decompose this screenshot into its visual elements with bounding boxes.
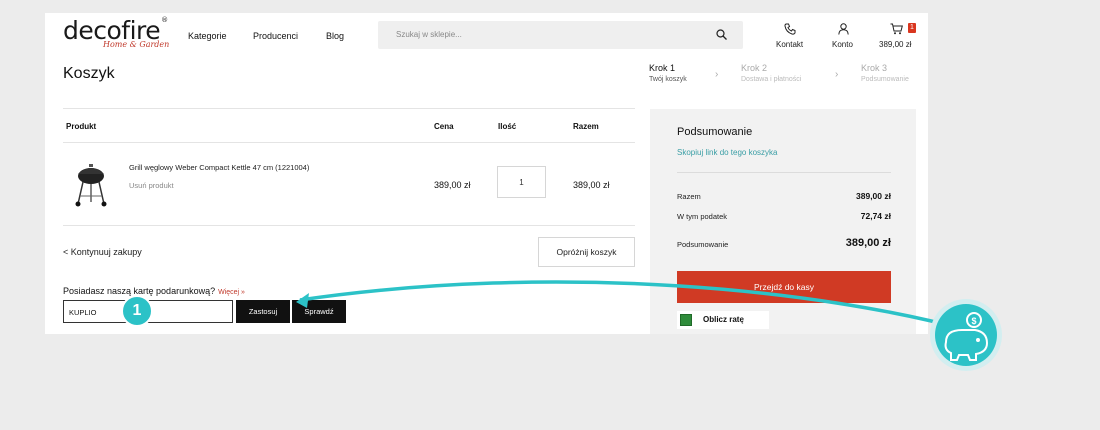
search-placeholder: Szukaj w sklepie... xyxy=(396,30,462,39)
phone-icon[interactable] xyxy=(784,23,796,35)
apply-button[interactable]: Zastosuj xyxy=(236,300,290,323)
chevron-right-icon: › xyxy=(835,69,839,80)
step-number-badge: 1 xyxy=(121,295,153,327)
col-header-price: Cena xyxy=(434,122,454,131)
step-1-subtitle: Twój koszyk xyxy=(649,76,687,83)
page-title: Koszyk xyxy=(63,65,115,82)
quantity-input[interactable]: 1 xyxy=(497,166,546,198)
divider xyxy=(63,108,635,109)
order-summary-panel: Podsumowanie Skopiuj link do tego koszyk… xyxy=(650,109,916,334)
summary-total-label: Podsumowanie xyxy=(677,240,729,249)
quantity-value: 1 xyxy=(519,178,524,187)
piggy-bank-badge xyxy=(935,304,997,366)
divider xyxy=(677,172,891,173)
gift-card-input-value: KUPLIO xyxy=(69,308,97,317)
divider xyxy=(63,142,635,143)
nav-blog[interactable]: Blog xyxy=(326,31,344,41)
cart-count-badge: 1 xyxy=(908,23,916,33)
contact-label[interactable]: Kontakt xyxy=(776,40,803,49)
product-total: 389,00 zł xyxy=(573,180,610,190)
step-3-subtitle: Podsumowanie xyxy=(861,76,909,83)
product-price: 389,00 zł xyxy=(434,180,471,190)
check-button[interactable]: Sprawdź xyxy=(292,300,346,323)
divider xyxy=(63,225,635,226)
logo-tagline: Home & Garden xyxy=(103,40,170,49)
gift-card-question: Posiadasz naszą kartę podarunkową? Więcej… xyxy=(63,286,245,296)
search-input[interactable]: Szukaj w sklepie... xyxy=(378,21,743,49)
col-header-qty: Ilość xyxy=(498,122,517,131)
coin-symbol: $ xyxy=(971,316,976,326)
summary-total-value: 389,00 zł xyxy=(845,237,891,249)
empty-cart-button[interactable]: Opróżnij koszyk xyxy=(538,237,635,267)
logo-registered-icon: ® xyxy=(161,16,168,24)
checkout-button[interactable]: Przejdź do kasy xyxy=(677,271,891,303)
summary-subtotal-label: Razem xyxy=(677,192,701,201)
piggy-bank-icon xyxy=(944,312,989,361)
cart-total[interactable]: 389,00 zł xyxy=(879,40,911,49)
step-2-title: Krok 2 xyxy=(741,63,768,73)
product-image[interactable] xyxy=(73,158,109,208)
nav-kategorie[interactable]: Kategorie xyxy=(188,31,227,41)
installment-label: Oblicz ratę xyxy=(703,315,744,324)
summary-subtotal-value: 389,00 zł xyxy=(856,191,891,201)
copy-cart-link[interactable]: Skopiuj link do tego koszyka xyxy=(677,148,778,157)
account-icon[interactable] xyxy=(838,23,849,35)
account-label[interactable]: Konto xyxy=(832,40,853,49)
col-header-total: Razem xyxy=(573,122,599,131)
installment-calculator-button[interactable]: Oblicz ratę xyxy=(677,311,769,329)
search-icon[interactable] xyxy=(716,29,727,40)
nav-producenci[interactable]: Producenci xyxy=(253,31,298,41)
summary-tax-label: W tym podatek xyxy=(677,212,728,221)
calculator-icon xyxy=(680,314,692,326)
gift-card-more-link[interactable]: Więcej » xyxy=(218,289,245,296)
summary-title: Podsumowanie xyxy=(677,126,753,138)
chevron-right-icon: › xyxy=(715,69,719,80)
col-header-product: Produkt xyxy=(66,122,97,131)
continue-shopping-link[interactable]: < Kontynuuj zakupy xyxy=(63,247,142,257)
product-name[interactable]: Grill węglowy Weber Compact Kettle 47 cm… xyxy=(129,163,309,172)
step-2-subtitle: Dostawa i płatności xyxy=(741,76,802,83)
step-3-title: Krok 3 xyxy=(861,63,888,73)
step-1-title: Krok 1 xyxy=(649,63,676,73)
piggy-bank-badge-ring xyxy=(930,299,1002,371)
cart-icon[interactable] xyxy=(890,23,903,35)
cart-page: decofire® Home & Garden Kategorie Produc… xyxy=(45,13,928,334)
remove-product-link[interactable]: Usuń produkt xyxy=(129,181,174,190)
summary-tax-value: 72,74 zł xyxy=(860,211,891,221)
